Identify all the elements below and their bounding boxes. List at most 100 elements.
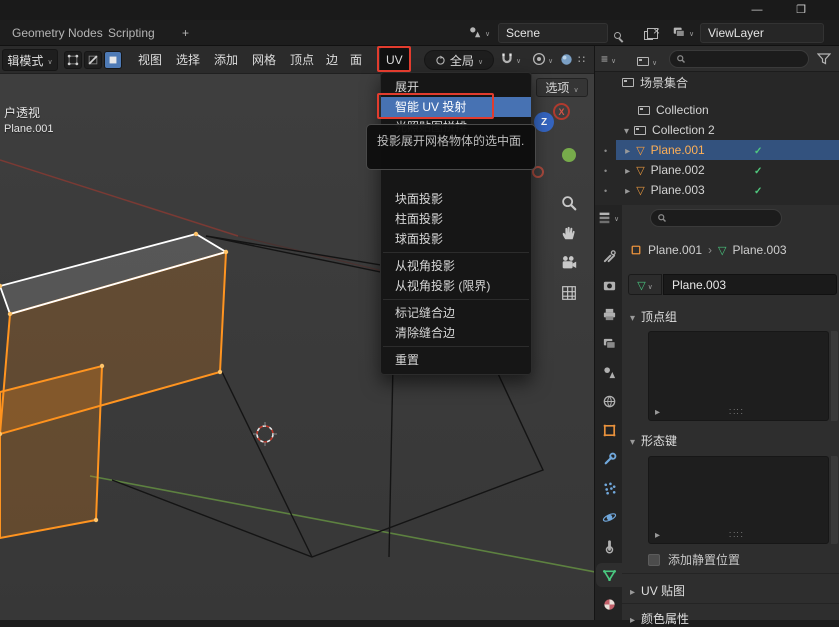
viewport-options-button[interactable]: 选项 <box>536 78 588 97</box>
filter-button[interactable] <box>817 53 831 65</box>
minimize-button[interactable]: — <box>745 0 769 20</box>
add-workspace-button[interactable]: + <box>172 20 199 46</box>
pan-button[interactable] <box>557 221 581 245</box>
menu-item-cube-projection[interactable]: 块面投影 <box>381 189 531 209</box>
viewlayer-browse-button[interactable] <box>672 25 694 39</box>
outliner-search-input[interactable] <box>669 50 809 68</box>
workspace-tab-scripting[interactable]: Scripting <box>98 20 165 46</box>
vertex-groups-list[interactable] <box>648 331 829 421</box>
tab-material[interactable] <box>596 592 622 616</box>
face-select-mode-button[interactable] <box>104 51 122 69</box>
workspace-tab-geometry-nodes[interactable]: Geometry Nodes <box>2 20 113 46</box>
gizmo-z-axis[interactable]: Z <box>534 112 554 132</box>
panel-header-uv-maps[interactable]: UV 贴图 <box>630 582 685 599</box>
panel-header-color-attributes[interactable]: 颜色属性 <box>630 610 689 627</box>
gizmo-y-axis[interactable] <box>562 148 576 162</box>
pin-icon[interactable] <box>614 32 621 39</box>
display-mode-button[interactable] <box>637 54 657 68</box>
menu-face[interactable]: 面 <box>346 46 366 74</box>
vertex-groups-list-buttons[interactable] <box>831 331 838 421</box>
tab-world[interactable] <box>596 389 622 413</box>
mode-selector[interactable]: 辑模式 <box>2 49 58 71</box>
tab-physics[interactable] <box>596 505 622 529</box>
data-type-button[interactable] <box>628 274 662 295</box>
mesh-data-check-icon[interactable] <box>754 183 762 197</box>
list-expand-icon[interactable] <box>655 527 660 541</box>
menu-item-sphere-projection[interactable]: 球面投影 <box>381 229 531 249</box>
breadcrumb: Plane.001 › Plane.003 <box>630 241 787 259</box>
expand-arrow-icon[interactable] <box>624 123 629 137</box>
editor-type-button[interactable] <box>601 52 616 66</box>
resize-grip-icon[interactable] <box>729 527 744 541</box>
outliner-row-collection-2[interactable]: Collection 2 <box>618 120 839 140</box>
expand-arrow-icon[interactable] <box>625 163 630 177</box>
panel-header-shape-keys[interactable]: 形态键 <box>630 432 677 449</box>
tab-scene[interactable] <box>596 360 622 384</box>
tab-tool[interactable] <box>596 244 622 268</box>
tab-particles[interactable] <box>596 476 622 500</box>
menu-item-smart-uv-project[interactable]: 智能 UV 投射 <box>381 97 531 117</box>
toggle-grid-button[interactable] <box>557 281 581 305</box>
vertex-select-mode-button[interactable] <box>64 51 82 69</box>
maximize-button[interactable]: ❐ <box>789 0 813 20</box>
options-label: 选项 <box>545 79 569 96</box>
shape-keys-list-buttons[interactable] <box>831 456 838 544</box>
breadcrumb-object[interactable]: Plane.001 <box>648 243 702 257</box>
outliner-row-plane-002[interactable]: Plane.002 <box>616 160 839 180</box>
menu-select[interactable]: 选择 <box>172 46 204 74</box>
menu-mesh[interactable]: 网格 <box>248 46 280 74</box>
scene-browse-button[interactable] <box>468 25 490 39</box>
gizmo-x-axis[interactable]: X <box>553 103 570 120</box>
viewlayer-name-field[interactable]: ViewLayer <box>700 23 824 43</box>
tab-object[interactable] <box>596 418 622 442</box>
edge-select-mode-button[interactable] <box>84 51 102 69</box>
zoom-button[interactable] <box>557 191 581 215</box>
proportional-edit-button[interactable] <box>532 52 553 66</box>
orientation-label: 全局 <box>450 52 474 69</box>
shape-keys-list[interactable] <box>648 456 829 544</box>
delete-scene-icon[interactable] <box>653 24 660 38</box>
outliner-row-plane-003[interactable]: Plane.003 <box>616 180 839 200</box>
tab-modifiers[interactable] <box>596 447 622 471</box>
transform-orientation-selector[interactable]: 全局 <box>424 50 494 70</box>
menu-view[interactable]: 视图 <box>134 46 166 74</box>
outliner-row-scene-collection[interactable]: 场景集合 <box>618 72 839 92</box>
mesh-data-check-icon[interactable] <box>754 143 762 157</box>
outliner-row-plane-001[interactable]: Plane.001 <box>616 140 839 160</box>
properties-search-input[interactable] <box>650 209 782 227</box>
menu-item-project-from-view-bounds[interactable]: 从视角投影 (限界) <box>381 276 531 296</box>
expand-arrow-icon[interactable] <box>625 143 630 157</box>
data-name-input[interactable]: Plane.003 <box>663 274 837 295</box>
camera-view-button[interactable] <box>557 251 581 275</box>
breadcrumb-data[interactable]: Plane.003 <box>733 243 787 257</box>
menu-item-mark-seam[interactable]: 标记缝合边 <box>381 303 531 323</box>
editor-grid-icon[interactable] <box>578 52 585 66</box>
menu-add[interactable]: 添加 <box>210 46 242 74</box>
rest-position-checkbox[interactable] <box>648 554 660 566</box>
panel-header-vertex-groups[interactable]: 顶点组 <box>630 308 677 325</box>
menu-uv[interactable]: UV <box>380 48 409 72</box>
tab-object-data[interactable] <box>596 563 622 587</box>
menu-item-reset[interactable]: 重置 <box>381 350 531 370</box>
snapping-button[interactable] <box>500 52 521 66</box>
mesh-data-check-icon[interactable] <box>754 163 762 177</box>
viewport-shading-button[interactable] <box>560 53 573 66</box>
expand-arrow-icon[interactable] <box>625 183 630 197</box>
menu-item-clear-seam[interactable]: 清除缝合边 <box>381 323 531 343</box>
menu-item-cylinder-projection[interactable]: 柱面投影 <box>381 209 531 229</box>
scene-name-field[interactable]: Scene <box>498 23 608 43</box>
tab-constraints[interactable] <box>596 534 622 558</box>
menu-edge[interactable]: 边 <box>322 46 342 74</box>
tab-view-layer[interactable] <box>596 331 622 355</box>
new-scene-icon[interactable] <box>644 31 653 40</box>
menu-item-project-from-view[interactable]: 从视角投影 <box>381 256 531 276</box>
outliner-row-collection[interactable]: Collection <box>618 100 839 120</box>
properties-editor-type-button[interactable] <box>598 210 619 224</box>
tab-output[interactable] <box>596 302 622 326</box>
menu-vertex[interactable]: 顶点 <box>286 46 318 74</box>
resize-grip-icon[interactable] <box>729 404 744 418</box>
menu-item-unwrap[interactable]: 展开 <box>381 77 531 97</box>
tab-render[interactable] <box>596 273 622 297</box>
list-expand-icon[interactable] <box>655 404 660 418</box>
chevron-down-icon <box>689 25 694 39</box>
